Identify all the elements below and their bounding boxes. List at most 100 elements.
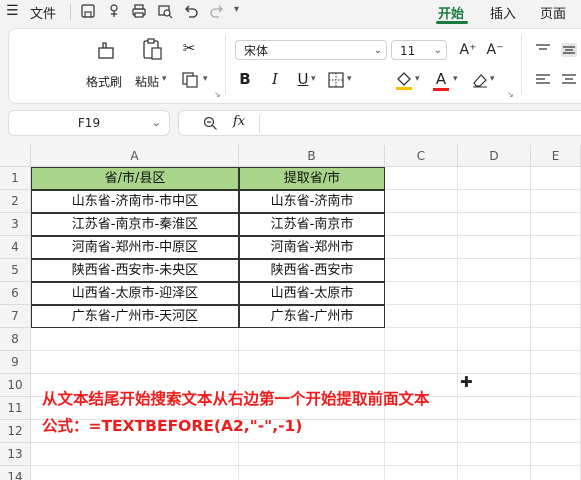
cell-a3[interactable]: 江苏省-南京市-秦淮区 xyxy=(31,213,239,236)
redo-icon[interactable] xyxy=(209,3,225,19)
font-color-dropdown-icon[interactable]: ▾ xyxy=(453,74,458,84)
row-header-1[interactable]: 1 xyxy=(0,167,31,190)
cell-c6[interactable] xyxy=(385,282,458,305)
cell-c1[interactable] xyxy=(385,167,458,190)
borders-icon[interactable] xyxy=(327,71,345,89)
cell-e9[interactable] xyxy=(531,351,581,374)
cell-d9[interactable] xyxy=(458,351,531,374)
clipboard-launcher-icon[interactable]: ↘ xyxy=(214,90,221,99)
row-header-5[interactable]: 5 xyxy=(0,259,31,282)
row-header-8[interactable]: 8 xyxy=(0,328,31,351)
select-all-corner[interactable] xyxy=(0,145,31,167)
insert-function-button[interactable]: fx xyxy=(233,114,245,129)
underline-dropdown-icon[interactable]: ▾ xyxy=(311,74,316,84)
cell-a4[interactable]: 河南省-郑州市-中原区 xyxy=(31,236,239,259)
cell-b3[interactable]: 江苏省-南京市 xyxy=(239,213,385,236)
cell-e6[interactable] xyxy=(531,282,581,305)
column-header-e[interactable]: E xyxy=(531,145,581,167)
cell-d2[interactable] xyxy=(458,190,531,213)
cell-e4[interactable] xyxy=(531,236,581,259)
bold-button[interactable]: B xyxy=(237,70,253,88)
copy-dropdown-icon[interactable]: ▾ xyxy=(203,74,208,84)
underline-button[interactable]: U xyxy=(295,70,311,88)
row-header-4[interactable]: 4 xyxy=(0,236,31,259)
column-header-c[interactable]: C xyxy=(385,145,458,167)
cell-a8[interactable] xyxy=(31,328,239,351)
align-left-icon[interactable] xyxy=(535,73,551,87)
italic-button[interactable]: I xyxy=(267,70,283,88)
cell-d13[interactable] xyxy=(458,443,531,466)
column-header-a[interactable]: A xyxy=(31,145,239,167)
cell-a7[interactable]: 广东省-广州市-天河区 xyxy=(31,305,239,328)
tab-home[interactable]: 开始 xyxy=(438,3,464,22)
cell-b13[interactable] xyxy=(239,443,385,466)
print-preview-icon[interactable] xyxy=(157,3,173,19)
cell-c8[interactable] xyxy=(385,328,458,351)
share-icon[interactable] xyxy=(106,3,122,19)
cell-d3[interactable] xyxy=(458,213,531,236)
cell-c7[interactable] xyxy=(385,305,458,328)
tab-insert[interactable]: 插入 xyxy=(490,3,516,22)
cell-d6[interactable] xyxy=(458,282,531,305)
cell-e11[interactable] xyxy=(531,397,581,420)
borders-dropdown-icon[interactable]: ▾ xyxy=(347,74,352,84)
row-header-2[interactable]: 2 xyxy=(0,190,31,213)
cell-e3[interactable] xyxy=(531,213,581,236)
cell-e10[interactable] xyxy=(531,374,581,397)
cell-e12[interactable] xyxy=(531,420,581,443)
cut-icon[interactable]: ✂ xyxy=(179,39,199,57)
cell-d7[interactable] xyxy=(458,305,531,328)
cell-e2[interactable] xyxy=(531,190,581,213)
quick-access-more-icon[interactable]: ▾ xyxy=(234,4,239,15)
cell-b6[interactable]: 山西省-太原市 xyxy=(239,282,385,305)
file-menu[interactable]: 文件 xyxy=(30,3,56,22)
cell-d14[interactable] xyxy=(458,466,531,480)
cell-c9[interactable] xyxy=(385,351,458,374)
font-launcher-icon[interactable]: ↘ xyxy=(507,90,514,99)
font-name-select[interactable]: 宋体 ⌄ xyxy=(235,40,387,60)
cell-b4[interactable]: 河南省-郑州市 xyxy=(239,236,385,259)
paste-button[interactable]: 粘贴 xyxy=(135,73,159,90)
cell-a13[interactable] xyxy=(31,443,239,466)
eraser-dropdown-icon[interactable]: ▾ xyxy=(490,74,495,84)
font-size-select[interactable]: 11 ⌄ xyxy=(391,40,447,60)
cell-b5[interactable]: 陕西省-西安市 xyxy=(239,259,385,282)
cell-a2[interactable]: 山东省-济南市-市中区 xyxy=(31,190,239,213)
row-header-12[interactable]: 12 xyxy=(0,420,31,443)
cell-a6[interactable]: 山西省-太原市-迎泽区 xyxy=(31,282,239,305)
cell-c5[interactable] xyxy=(385,259,458,282)
cell-c3[interactable] xyxy=(385,213,458,236)
align-middle-icon[interactable] xyxy=(561,43,577,57)
cell-c4[interactable] xyxy=(385,236,458,259)
cell-e5[interactable] xyxy=(531,259,581,282)
row-header-13[interactable]: 13 xyxy=(0,443,31,466)
row-header-6[interactable]: 6 xyxy=(0,282,31,305)
formula-input[interactable]: fx xyxy=(178,110,581,136)
row-header-11[interactable]: 11 xyxy=(0,397,31,420)
font-color-button[interactable]: A xyxy=(431,69,451,91)
cell-a14[interactable] xyxy=(31,466,239,480)
cell-d4[interactable] xyxy=(458,236,531,259)
cell-a9[interactable] xyxy=(31,351,239,374)
row-header-14[interactable]: 14 xyxy=(0,466,31,480)
row-header-7[interactable]: 7 xyxy=(0,305,31,328)
increase-font-size-button[interactable]: A⁺ xyxy=(457,41,479,59)
print-icon[interactable] xyxy=(131,3,147,19)
fill-color-dropdown-icon[interactable]: ▾ xyxy=(415,74,420,84)
name-box[interactable]: F19 ⌄ xyxy=(8,110,170,136)
cell-c2[interactable] xyxy=(385,190,458,213)
cell-e8[interactable] xyxy=(531,328,581,351)
undo-icon[interactable] xyxy=(183,3,199,19)
row-header-3[interactable]: 3 xyxy=(0,213,31,236)
cell-d5[interactable] xyxy=(458,259,531,282)
cell-e7[interactable] xyxy=(531,305,581,328)
cell-e14[interactable] xyxy=(531,466,581,480)
align-top-icon[interactable] xyxy=(535,43,551,57)
decrease-font-size-button[interactable]: A⁻ xyxy=(484,41,506,59)
save-icon[interactable] xyxy=(80,3,96,19)
paste-dropdown-icon[interactable]: ▾ xyxy=(162,74,167,84)
cell-d8[interactable] xyxy=(458,328,531,351)
format-painter-button[interactable]: 格式刷 xyxy=(86,73,122,90)
cell-d12[interactable] xyxy=(458,420,531,443)
cell-b8[interactable] xyxy=(239,328,385,351)
